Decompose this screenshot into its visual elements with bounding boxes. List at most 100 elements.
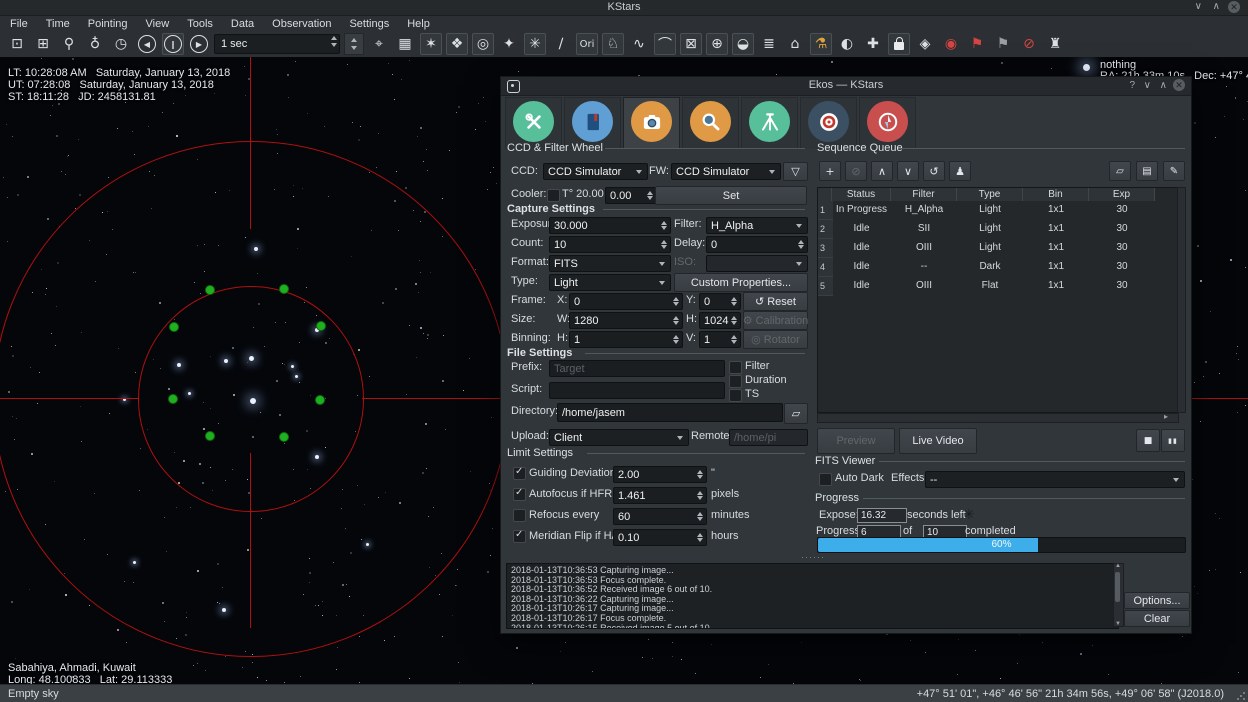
- menu-file[interactable]: File: [10, 18, 28, 30]
- toggle-deep-sky-objects-icon[interactable]: ❖: [446, 33, 468, 55]
- frame-x-input[interactable]: 0: [569, 293, 683, 310]
- dso-marker[interactable]: [205, 431, 215, 441]
- toggle-constellation-boundaries-icon[interactable]: ∕: [550, 33, 572, 55]
- cell-type[interactable]: Flat: [957, 280, 1023, 291]
- open-sequence-button[interactable]: ▱: [1109, 161, 1131, 181]
- frame-y-input[interactable]: 0: [699, 293, 741, 310]
- cell-bin[interactable]: 1x1: [1023, 204, 1089, 215]
- temperature-setpoint[interactable]: 0.00: [605, 187, 657, 204]
- limit-checkbox-3[interactable]: [513, 530, 526, 543]
- help-icon[interactable]: ?: [1129, 80, 1135, 91]
- supernova-alerts-icon[interactable]: ⊘: [1018, 33, 1040, 55]
- cell-status[interactable]: Idle: [832, 280, 891, 291]
- menu-data[interactable]: Data: [231, 18, 254, 30]
- custom-properties-button[interactable]: Custom Properties...: [674, 273, 808, 292]
- save-sequence-button[interactable]: ▤: [1136, 161, 1158, 181]
- cell-filter[interactable]: H_Alpha: [891, 204, 957, 215]
- column-header-bin[interactable]: Bin: [1023, 188, 1089, 201]
- menu-time[interactable]: Time: [46, 18, 70, 30]
- delay-input[interactable]: 0: [706, 236, 808, 253]
- sequence-table[interactable]: StatusFilterTypeBinExp1In ProgressH_Alph…: [817, 187, 1179, 413]
- menu-view[interactable]: View: [146, 18, 170, 30]
- close-icon[interactable]: ✕: [1228, 1, 1240, 13]
- tab-capture[interactable]: [623, 97, 680, 149]
- focus-object-icon[interactable]: ⌖: [368, 33, 390, 55]
- dso-marker[interactable]: [205, 285, 215, 295]
- bin-h-input[interactable]: 1: [569, 331, 683, 348]
- dso-marker[interactable]: [168, 394, 178, 404]
- limit-value-2[interactable]: 60: [613, 508, 707, 525]
- dso-marker[interactable]: [315, 395, 325, 405]
- dso-marker[interactable]: [279, 432, 289, 442]
- time-step-stepper[interactable]: [344, 33, 364, 55]
- limit-value-3[interactable]: 0.10: [613, 529, 707, 546]
- column-header-filter[interactable]: Filter: [891, 188, 957, 201]
- format-select[interactable]: FITS: [549, 255, 671, 272]
- log-scrollbar[interactable]: ▲ ▼: [1113, 563, 1124, 627]
- exposure-input[interactable]: 30.000: [549, 217, 671, 234]
- stop-capture-button[interactable]: ■: [1136, 429, 1160, 452]
- toggle-horizontal-grid-icon[interactable]: ⊕: [706, 33, 728, 55]
- dso-marker[interactable]: [279, 284, 289, 294]
- save-sequence-as-button[interactable]: ✎: [1163, 161, 1185, 181]
- time-step-input[interactable]: 1 sec: [214, 34, 340, 54]
- cell-status[interactable]: In Progress: [832, 204, 891, 215]
- cell-filter[interactable]: --: [891, 261, 957, 272]
- live-video-button[interactable]: Live Video: [899, 428, 977, 454]
- zoom-horizon-icon[interactable]: ⊡: [6, 33, 28, 55]
- column-header-status[interactable]: Status: [832, 188, 891, 201]
- maximize-icon[interactable]: ∧: [1213, 1, 1220, 12]
- effects-select[interactable]: --: [925, 471, 1185, 488]
- menu-settings[interactable]: Settings: [349, 18, 389, 30]
- dso-marker[interactable]: [169, 322, 179, 332]
- limit-checkbox-0[interactable]: [513, 467, 526, 480]
- move-job-down-button[interactable]: ∨: [897, 161, 919, 181]
- toggle-supernovae-icon[interactable]: ✦: [498, 33, 520, 55]
- toggle-constellation-lines-icon[interactable]: ✳: [524, 33, 546, 55]
- upload-select[interactable]: Client: [549, 429, 689, 446]
- cell-status[interactable]: Idle: [832, 261, 891, 272]
- zoom-to-fit-icon[interactable]: ⊞: [32, 33, 54, 55]
- prefix-filter-checkbox[interactable]: [729, 361, 742, 374]
- menu-tools[interactable]: Tools: [187, 18, 213, 30]
- export-sky-image-icon[interactable]: ▦: [394, 33, 416, 55]
- cell-exp[interactable]: 30: [1089, 242, 1155, 253]
- count-input[interactable]: 10: [549, 236, 671, 253]
- cell-exp[interactable]: 30: [1089, 204, 1155, 215]
- limit-checkbox-1[interactable]: [513, 488, 526, 501]
- options-button[interactable]: Options...: [1124, 592, 1190, 609]
- ccd-select[interactable]: CCD Simulator: [543, 163, 648, 180]
- move-job-up-button[interactable]: ∧: [871, 161, 893, 181]
- filter-manager-button[interactable]: ▽: [783, 162, 808, 181]
- clear-log-button[interactable]: Clear: [1124, 610, 1190, 627]
- cell-status[interactable]: Idle: [832, 223, 891, 234]
- find-object-icon[interactable]: ⚲: [58, 33, 80, 55]
- limit-value-0[interactable]: 2.00: [613, 466, 707, 483]
- flags-list-icon[interactable]: ⚑: [992, 33, 1014, 55]
- toggle-ground-icon[interactable]: ◒: [732, 33, 754, 55]
- cell-bin[interactable]: 1x1: [1023, 242, 1089, 253]
- reset-frame-button[interactable]: ↺Reset: [743, 292, 808, 311]
- add-flag-icon[interactable]: ⚑: [966, 33, 988, 55]
- prefix-duration-checkbox[interactable]: [729, 375, 742, 388]
- resize-grip[interactable]: [1236, 691, 1246, 701]
- cell-type[interactable]: Light: [957, 223, 1023, 234]
- cell-type[interactable]: Light: [957, 204, 1023, 215]
- cell-type[interactable]: Light: [957, 242, 1023, 253]
- set-time-icon[interactable]: ◷: [110, 33, 132, 55]
- tab-focus[interactable]: [682, 97, 739, 149]
- cell-bin[interactable]: 1x1: [1023, 223, 1089, 234]
- cell-filter[interactable]: OIII: [891, 280, 957, 291]
- main-titlebar[interactable]: KStars ∨ ∧ ✕: [0, 0, 1248, 16]
- limit-value-1[interactable]: 1.461: [613, 487, 707, 504]
- time-step-backward-icon[interactable]: ◀: [136, 33, 158, 55]
- cell-filter[interactable]: OIII: [891, 242, 957, 253]
- menu-help[interactable]: Help: [407, 18, 430, 30]
- observation-planner-icon[interactable]: ⌂: [784, 33, 806, 55]
- type-select[interactable]: Light: [549, 274, 671, 291]
- setup-wizard-icon[interactable]: ◈: [914, 33, 936, 55]
- set-geographic-location-icon[interactable]: ♁: [84, 33, 106, 55]
- minimize-icon[interactable]: ∨: [1195, 1, 1202, 12]
- cell-type[interactable]: Dark: [957, 261, 1023, 272]
- ekos-log[interactable]: 2018-01-13T10:36:53 Capturing image...20…: [506, 563, 1119, 629]
